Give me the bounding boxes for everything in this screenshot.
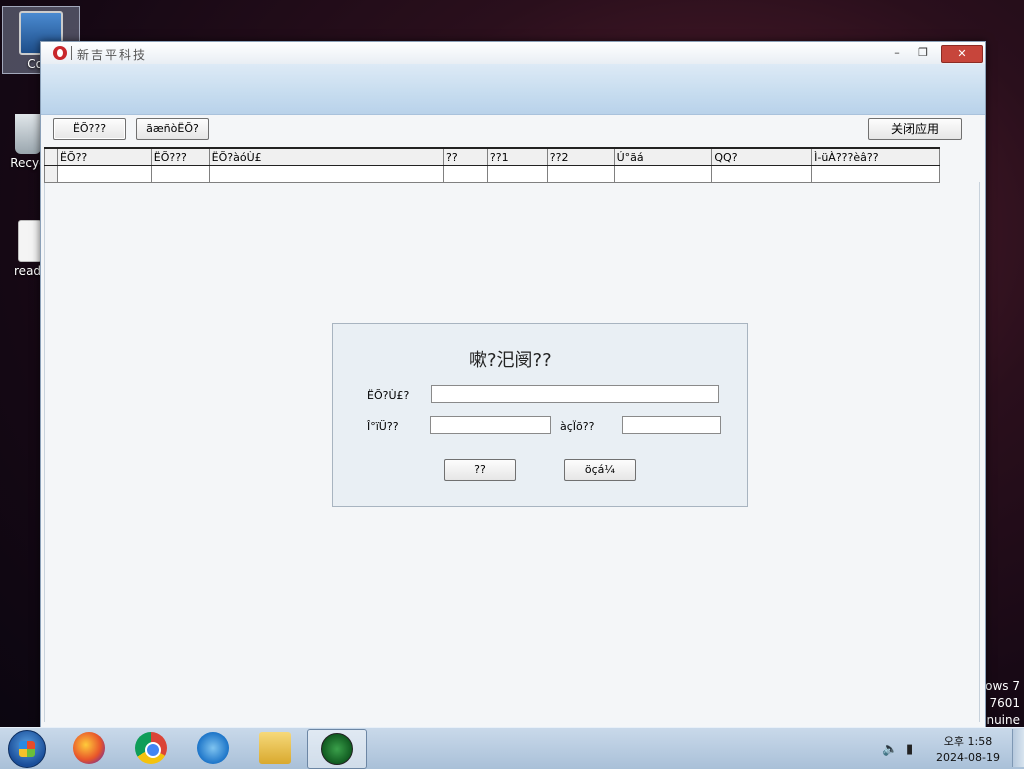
maximize-button[interactable]: ❐ [913, 46, 933, 60]
reset-query-button[interactable]: ãæñòËÕ? [136, 118, 209, 140]
cancel-button[interactable]: öçá¼ [564, 459, 636, 481]
network-icon[interactable]: ▮ [906, 742, 913, 757]
recycle-bin-icon [15, 114, 41, 154]
toolbar: ËÕ??? ãæñòËÕ? 关闭应用 [51, 118, 973, 144]
row-selector[interactable] [44, 165, 58, 183]
grid-column-header[interactable]: Ì-üÀ???èâ?? [811, 147, 940, 166]
city-input[interactable] [622, 416, 721, 434]
phone-label: Î°ïÜ?? [367, 420, 399, 433]
grid-cell[interactable] [208, 165, 445, 183]
data-grid[interactable]: ËÕ?? ËÕ??? ËÕ?àóÙ£ ?? ??1 ??2 Ú°ãá QQ? Ì… [44, 147, 940, 183]
grid-cell[interactable] [486, 165, 548, 183]
grid-cell[interactable] [150, 165, 210, 183]
grid-cell[interactable] [56, 165, 152, 183]
grid-column-header[interactable]: ?? [443, 147, 488, 166]
windows-logo-icon [19, 741, 35, 757]
grid-column-header[interactable]: ??1 [486, 147, 548, 166]
city-label: àçÏõ?? [560, 420, 595, 433]
app-icon [321, 733, 353, 765]
phone-input[interactable] [430, 416, 551, 434]
add-record-dialog: 嗽?汜阌?? ËÕ?Ù£? Î°ïÜ?? àçÏõ?? ?? öçá¼ [332, 323, 748, 507]
clock-date: 2024-08-19 [936, 751, 1000, 764]
volume-icon[interactable]: 🔈 [882, 742, 898, 757]
grid-cell[interactable] [443, 165, 488, 183]
name-input[interactable] [431, 385, 719, 403]
ok-button[interactable]: ?? [444, 459, 516, 481]
title-bar[interactable]: 新吉平科技 – ❐ ✕ [41, 42, 985, 64]
close-window-button[interactable]: ✕ [941, 45, 983, 63]
grid-cell[interactable] [546, 165, 615, 183]
grid-column-header[interactable]: ËÕ?àóÙ£ [208, 147, 445, 166]
query-button[interactable]: ËÕ??? [53, 118, 126, 140]
explorer-icon[interactable] [259, 732, 291, 764]
grid-cell[interactable] [811, 165, 940, 183]
grid-column-header[interactable]: ËÕ??? [150, 147, 210, 166]
app-window: 新吉平科技 – ❐ ✕ ËÕ??? ãæñòËÕ? 关闭应用 ËÕ?? ËÕ??… [40, 41, 986, 729]
grid-column-header[interactable]: Ú°ãá [613, 147, 713, 166]
firefox-icon[interactable] [73, 732, 105, 764]
table-row[interactable] [44, 165, 940, 183]
chrome-icon[interactable] [135, 732, 167, 764]
taskbar-app-active[interactable] [307, 729, 367, 769]
ie-icon[interactable] [197, 732, 229, 764]
document-icon [18, 220, 42, 262]
grid-cell[interactable] [613, 165, 713, 183]
close-app-button[interactable]: 关闭应用 [868, 118, 962, 140]
show-desktop-button[interactable] [1012, 729, 1024, 767]
minimize-button[interactable]: – [887, 46, 907, 60]
app-logo-icon [53, 46, 67, 60]
dialog-title: 嗽?汜阌?? [469, 350, 552, 371]
clock-time: 오후 1:58 [943, 735, 993, 748]
grid-header-row: ËÕ?? ËÕ??? ËÕ?àóÙ£ ?? ??1 ??2 Ú°ãá QQ? Ì… [44, 147, 940, 166]
grid-column-header[interactable]: ËÕ?? [56, 147, 152, 166]
grid-column-header[interactable]: ??2 [546, 147, 615, 166]
title-separator [71, 46, 72, 60]
clock[interactable]: 오후 1:58 2024-08-19 [928, 734, 1008, 766]
header-banner [41, 64, 985, 115]
name-label: ËÕ?Ù£? [367, 389, 410, 402]
window-title: 新吉平科技 [77, 48, 148, 62]
row-selector-header [44, 147, 58, 166]
grid-column-header[interactable]: QQ? [711, 147, 813, 166]
taskbar: 🔈 ▮ 오후 1:58 2024-08-19 [0, 727, 1024, 769]
start-button[interactable] [8, 730, 46, 768]
grid-cell[interactable] [711, 165, 813, 183]
